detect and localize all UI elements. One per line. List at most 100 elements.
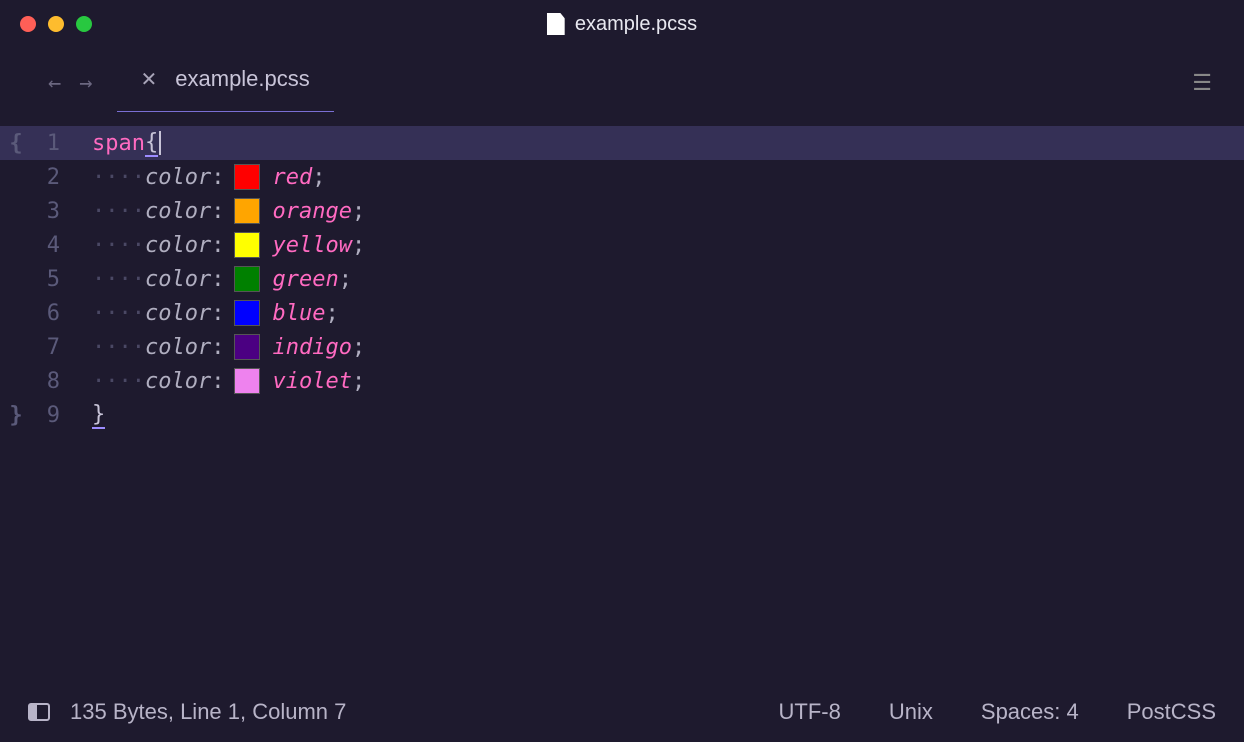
titlebar: example.pcss (0, 0, 1244, 48)
code-line[interactable]: 7 ····color: indigo; (0, 330, 1244, 364)
token-value: indigo (272, 335, 351, 360)
token-property: color (145, 199, 211, 224)
token-value: orange (272, 199, 351, 224)
code-content[interactable]: ····color: indigo; (68, 334, 365, 360)
whitespace-indicator: ···· (92, 301, 145, 326)
token-colon: : (211, 369, 224, 394)
color-swatch[interactable] (234, 266, 260, 292)
token-semicolon: ; (352, 199, 365, 224)
whitespace-indicator: ···· (92, 369, 145, 394)
code-content[interactable]: span { (68, 130, 161, 157)
token-brace: } (92, 402, 105, 429)
minimize-window-button[interactable] (48, 16, 64, 32)
token-semicolon: ; (312, 165, 325, 190)
status-encoding[interactable]: UTF-8 (779, 699, 841, 725)
token-value: green (272, 267, 338, 292)
code-line[interactable]: 2 ····color: red; (0, 160, 1244, 194)
status-language[interactable]: PostCSS (1127, 699, 1216, 725)
color-swatch[interactable] (234, 300, 260, 326)
token-colon: : (211, 267, 224, 292)
whitespace-indicator: ···· (92, 335, 145, 360)
tab-filename: example.pcss (175, 66, 310, 92)
token-property: color (145, 233, 211, 258)
line-number: 2 (32, 165, 68, 190)
code-line[interactable]: 5 ····color: green; (0, 262, 1244, 296)
line-number: 9 (32, 403, 68, 428)
line-number: 6 (32, 301, 68, 326)
token-colon: : (211, 335, 224, 360)
status-indentation[interactable]: Spaces: 4 (981, 699, 1079, 725)
token-colon: : (211, 165, 224, 190)
token-selector: span (92, 131, 145, 156)
token-semicolon: ; (352, 233, 365, 258)
status-right: UTF-8 Unix Spaces: 4 PostCSS (779, 699, 1216, 725)
fold-gutter[interactable]: { (0, 131, 32, 156)
status-line-endings[interactable]: Unix (889, 699, 933, 725)
color-swatch[interactable] (234, 334, 260, 360)
cursor (159, 131, 161, 155)
token-property: color (145, 301, 211, 326)
whitespace-indicator: ···· (92, 233, 145, 258)
line-number: 4 (32, 233, 68, 258)
code-line[interactable]: {1span { (0, 126, 1244, 160)
code-line[interactable]: 8 ····color: violet; (0, 364, 1244, 398)
fold-gutter[interactable]: } (0, 403, 32, 428)
code-content[interactable]: } (68, 402, 105, 429)
nav-back-icon[interactable]: ← (48, 71, 61, 96)
code-content[interactable]: ····color: red; (68, 164, 325, 190)
token-property: color (145, 369, 211, 394)
nav-forward-icon[interactable]: → (79, 71, 92, 96)
token-property: color (145, 335, 211, 360)
tab-close-icon[interactable]: ✕ (141, 67, 158, 92)
token-semicolon: ; (325, 301, 338, 326)
menu-icon[interactable]: ☰ (1192, 71, 1212, 96)
tab-active[interactable]: ✕ example.pcss (141, 66, 310, 100)
token-property: color (145, 267, 211, 292)
code-line[interactable]: 4 ····color: yellow; (0, 228, 1244, 262)
token-value: violet (272, 369, 351, 394)
line-number: 1 (32, 131, 68, 156)
token-property: color (145, 165, 211, 190)
window-title: example.pcss (547, 13, 697, 36)
token-value: yellow (272, 233, 351, 258)
code-content[interactable]: ····color: yellow; (68, 232, 365, 258)
nav-arrows: ← → (48, 71, 93, 96)
code-line[interactable]: 3 ····color: orange; (0, 194, 1244, 228)
status-file-info[interactable]: 135 Bytes, Line 1, Column 7 (70, 699, 346, 725)
code-content[interactable]: ····color: blue; (68, 300, 339, 326)
title-filename: example.pcss (575, 13, 697, 36)
token-semicolon: ; (352, 369, 365, 394)
token-colon: : (211, 233, 224, 258)
code-line[interactable]: 6 ····color: blue; (0, 296, 1244, 330)
whitespace-indicator: ···· (92, 199, 145, 224)
token-semicolon: ; (339, 267, 352, 292)
code-content[interactable]: ····color: green; (68, 266, 352, 292)
code-content[interactable]: ····color: violet; (68, 368, 365, 394)
token-value: red (272, 165, 312, 190)
sidebar-toggle-icon[interactable] (28, 703, 50, 721)
code-editor[interactable]: {1span {2····color:red;3····color:orange… (0, 118, 1244, 440)
token-colon: : (211, 199, 224, 224)
code-content[interactable]: ····color: orange; (68, 198, 365, 224)
window-controls (20, 16, 92, 32)
color-swatch[interactable] (234, 232, 260, 258)
tab-bar: ← → ✕ example.pcss ☰ (0, 48, 1244, 118)
token-colon: : (211, 301, 224, 326)
line-number: 7 (32, 335, 68, 360)
line-number: 8 (32, 369, 68, 394)
maximize-window-button[interactable] (76, 16, 92, 32)
status-bar: 135 Bytes, Line 1, Column 7 UTF-8 Unix S… (0, 682, 1244, 742)
token-brace: { (145, 130, 158, 157)
color-swatch[interactable] (234, 198, 260, 224)
token-value: blue (272, 301, 325, 326)
whitespace-indicator: ···· (92, 267, 145, 292)
color-swatch[interactable] (234, 368, 260, 394)
line-number: 3 (32, 199, 68, 224)
whitespace-indicator: ···· (92, 165, 145, 190)
close-window-button[interactable] (20, 16, 36, 32)
color-swatch[interactable] (234, 164, 260, 190)
token-semicolon: ; (352, 335, 365, 360)
line-number: 5 (32, 267, 68, 292)
code-line[interactable]: }9} (0, 398, 1244, 432)
file-icon (547, 13, 565, 35)
